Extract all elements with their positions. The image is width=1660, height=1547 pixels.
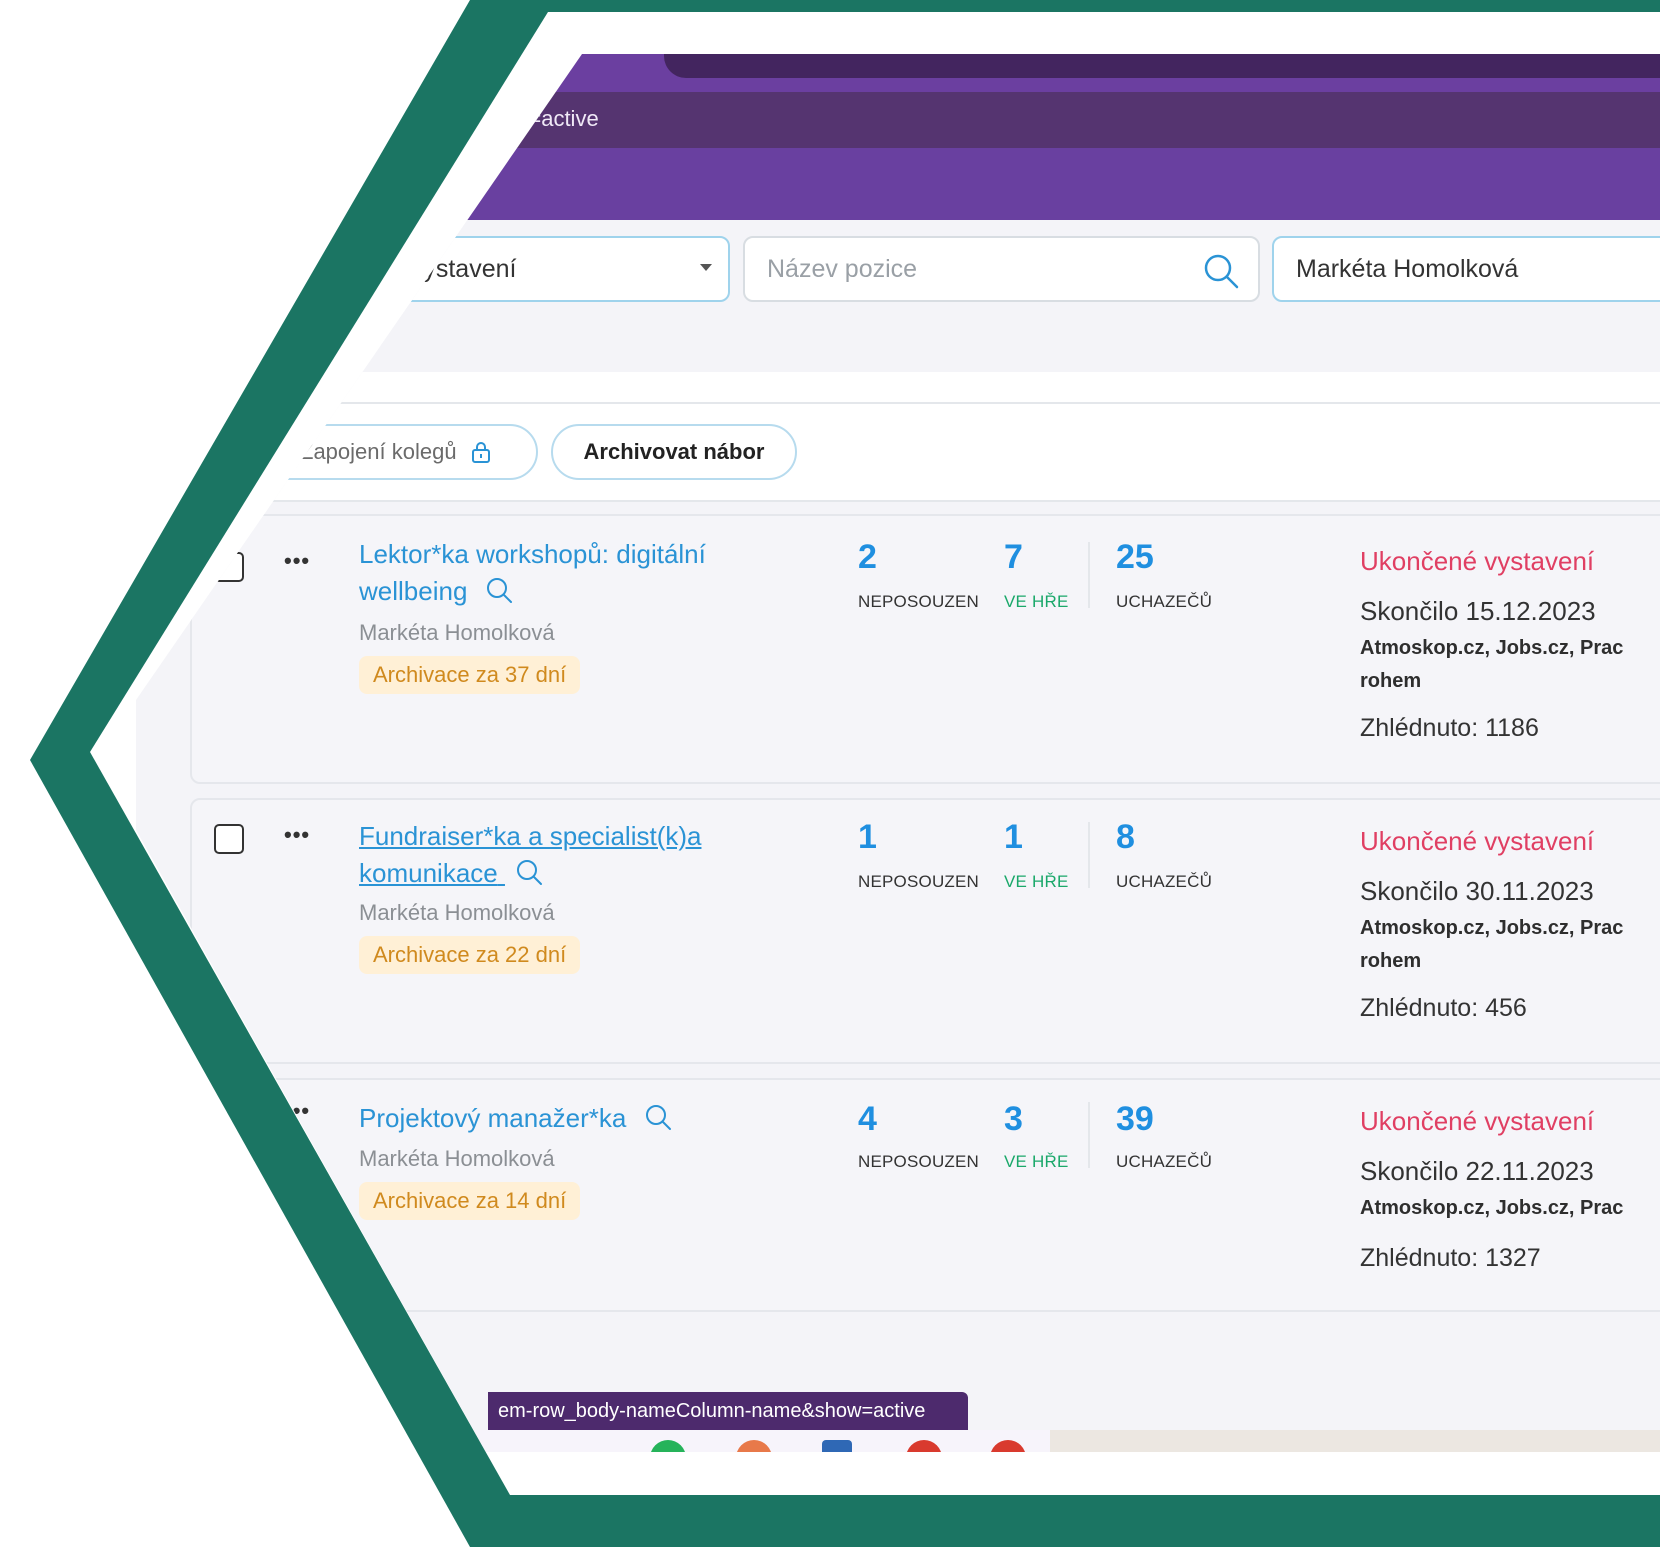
publication-status: Ukončené vystavení [1360, 826, 1595, 856]
job-title-line2[interactable]: komunikace [359, 858, 498, 888]
ended-date: Skončilo 30.11.2023 [1360, 876, 1594, 906]
unreviewed-count[interactable]: 2 [858, 538, 877, 577]
ended-date: Skončilo 15.12.2023 [1360, 596, 1596, 626]
more-options-icon[interactable]: ••• [284, 548, 310, 574]
portals-line2: rohem [1360, 950, 1422, 972]
applicants-count[interactable]: 39 [1116, 1100, 1154, 1139]
portals-line1: Atmoskop.cz, Jobs.cz, Prac [1360, 637, 1624, 659]
in-game-label: VE HŘE [1004, 1152, 1069, 1171]
stat-separator [1088, 542, 1090, 608]
view-count: Zhlédnuto: 1186 [1360, 714, 1539, 742]
in-game-count[interactable]: 7 [1004, 538, 1023, 577]
job-title-line1[interactable]: Lektor*ka workshopů: digitální [359, 539, 706, 569]
owner-filter-value: Markéta Homolková [1296, 254, 1519, 283]
job-portals: Atmoskop.cz, Jobs.cz, Prac rohem [1360, 632, 1660, 698]
stat-separator [1088, 822, 1090, 888]
applicants-count[interactable]: 25 [1116, 538, 1154, 577]
ended-date: Skončilo 22.11.2023 [1360, 1156, 1594, 1186]
job-title-link[interactable]: Lektor*ka workshopů: digitální wellbeing [359, 536, 759, 610]
applicants-label: UCHAZEČŮ [1116, 872, 1213, 891]
unreviewed-label: NEPOSOUZEN [858, 872, 980, 891]
archive-badge: Archivace za 14 dní [359, 1182, 581, 1220]
in-game-label: VE HŘE [1004, 592, 1069, 611]
unreviewed-count[interactable]: 1 [858, 818, 877, 857]
position-search-input[interactable]: Název pozice [743, 236, 1260, 302]
lock-icon [471, 442, 490, 463]
archive-recruitment-button[interactable]: Archivovat nábor [551, 424, 797, 480]
archive-badge: Archivace za 22 dní [359, 936, 581, 974]
applicants-label: UCHAZEČŮ [1116, 592, 1213, 611]
browser-active-tab[interactable] [664, 54, 1660, 78]
job-owner: Markéta Homolková [359, 1146, 555, 1171]
job-portals: Atmoskop.cz, Jobs.cz, Prac rohem [1360, 912, 1660, 978]
search-icon[interactable] [485, 576, 513, 604]
in-game-label: VE HŘE [1004, 872, 1069, 891]
search-icon[interactable] [1202, 252, 1240, 290]
unreviewed-label: NEPOSOUZEN [858, 592, 980, 611]
applicants-count[interactable]: 8 [1116, 818, 1135, 857]
link-status-url: em-row_body-nameColumn-name&show=active [488, 1392, 968, 1430]
view-count: Zhlédnuto: 456 [1360, 994, 1527, 1022]
archive-recruitment-label: Archivovat nábor [583, 439, 765, 464]
row-checkbox[interactable] [214, 824, 244, 854]
in-game-count[interactable]: 3 [1004, 1100, 1023, 1139]
job-row[interactable]: ••• Projektový manažer*ka Markéta Homolk… [190, 1078, 1660, 1312]
job-portals: Atmoskop.cz, Jobs.cz, Prac [1360, 1192, 1660, 1225]
job-title-line1[interactable]: Projektový manažer*ka [359, 1103, 626, 1133]
portals-line1: Atmoskop.cz, Jobs.cz, Prac [1360, 1197, 1624, 1219]
job-row[interactable]: ••• Fundraiser*ka a specialist(k)a komun… [190, 798, 1660, 1064]
search-icon[interactable] [644, 1103, 672, 1131]
chevron-down-icon [700, 264, 712, 271]
owner-filter[interactable]: Markéta Homolková [1272, 236, 1660, 302]
position-search-placeholder: Název pozice [767, 254, 918, 283]
archive-badge: Archivace za 37 dní [359, 656, 581, 694]
portals-line2: rohem [1360, 670, 1422, 692]
search-icon[interactable] [515, 858, 543, 886]
publication-status: Ukončené vystavení [1360, 1106, 1595, 1136]
job-row[interactable]: ••• Lektor*ka workshopů: digitální wellb… [190, 514, 1660, 784]
job-title-link[interactable]: Projektový manažer*ka [359, 1100, 759, 1137]
view-count: Zhlédnuto: 1327 [1360, 1244, 1541, 1272]
job-title-link[interactable]: Fundraiser*ka a specialist(k)a komunikac… [359, 818, 759, 892]
more-options-icon[interactable]: ••• [284, 822, 310, 848]
unreviewed-count[interactable]: 4 [858, 1100, 877, 1139]
publication-status: Ukončené vystavení [1360, 546, 1595, 576]
unreviewed-label: NEPOSOUZEN [858, 1152, 980, 1171]
job-owner: Markéta Homolková [359, 900, 555, 925]
stat-separator [1088, 1102, 1090, 1168]
portals-line1: Atmoskop.cz, Jobs.cz, Prac [1360, 917, 1624, 939]
job-title-line2[interactable]: wellbeing [359, 576, 467, 606]
applicants-label: UCHAZEČŮ [1116, 1152, 1213, 1171]
involve-colleagues-label: Zapojení kolegů [300, 439, 457, 464]
in-game-count[interactable]: 1 [1004, 818, 1023, 857]
job-owner: Markéta Homolková [359, 620, 555, 645]
job-title-line1[interactable]: Fundraiser*ka a specialist(k)a [359, 821, 701, 851]
